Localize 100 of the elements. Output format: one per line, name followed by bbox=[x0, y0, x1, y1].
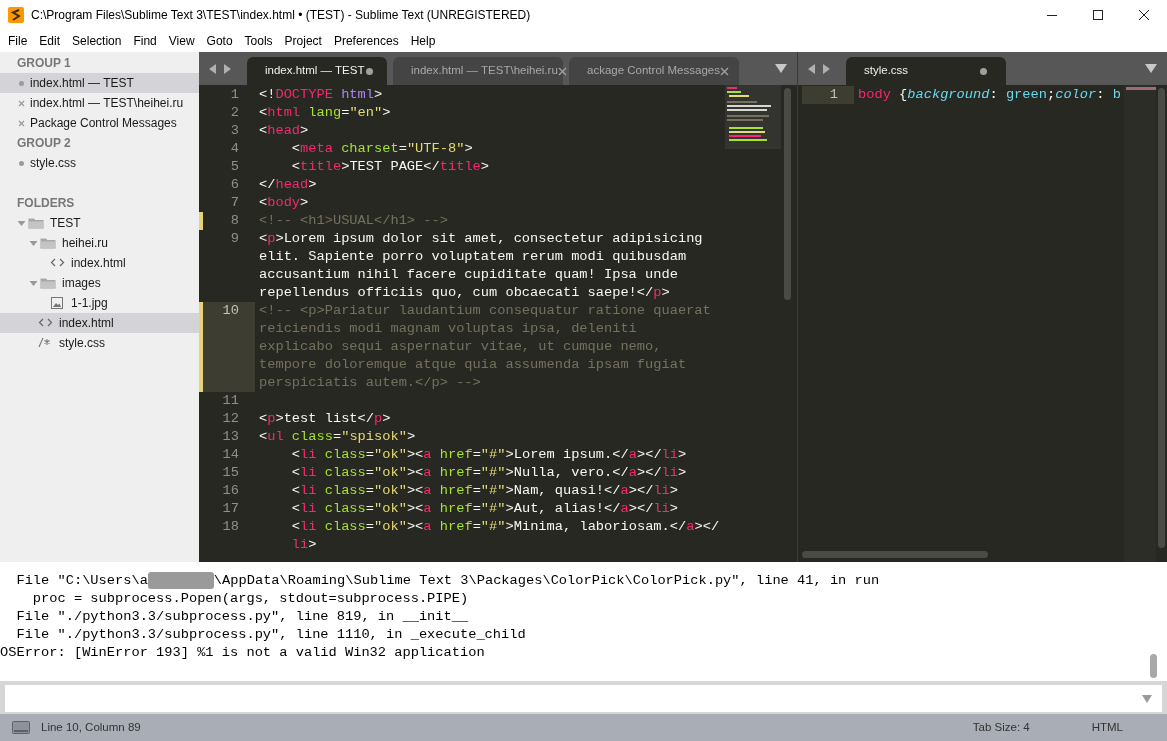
menu-item[interactable]: Tools bbox=[238, 32, 279, 50]
minimap-drawing[interactable] bbox=[725, 85, 781, 149]
editor-tab[interactable]: ackage Control Messages bbox=[569, 57, 739, 85]
expanded-triangle-icon[interactable] bbox=[29, 278, 38, 288]
tree-item[interactable]: images bbox=[0, 273, 199, 293]
maximize-icon[interactable] bbox=[1093, 10, 1103, 20]
menu-item[interactable]: Selection bbox=[66, 32, 128, 50]
folder-icon bbox=[40, 236, 56, 250]
code-line: reiciendis modi magnam voluptas ipsa, deleniti bbox=[259, 321, 637, 336]
line-number: 8 bbox=[230, 212, 239, 230]
open-file-item[interactable]: index.html — TEST bbox=[0, 73, 199, 93]
console-toggle-icon[interactable] bbox=[12, 721, 30, 734]
line-number: 17 bbox=[222, 500, 239, 518]
menu-item[interactable]: Preferences bbox=[327, 32, 405, 50]
group-heading: GROUP 2 bbox=[17, 135, 71, 152]
line-number: 1 bbox=[829, 86, 838, 104]
close-icon[interactable] bbox=[1139, 10, 1149, 20]
folder-icon bbox=[28, 216, 44, 230]
folders-heading: FOLDERS bbox=[17, 195, 75, 212]
scrollbar-thumb[interactable] bbox=[1150, 654, 1157, 678]
open-file-item[interactable]: style.css bbox=[0, 153, 199, 173]
scrollbar-thumb[interactable] bbox=[802, 551, 988, 558]
line-number: 9 bbox=[230, 230, 239, 248]
code-line: <p>test list</p> bbox=[259, 411, 391, 426]
line-number: 12 bbox=[222, 410, 239, 428]
code-line: explicabo sequi aspernatur vitae, ut cumque nemo, bbox=[259, 339, 662, 354]
comment-file-icon bbox=[38, 336, 53, 350]
code-line: tempore doloremque atque quia assumenda ipsam fugiat bbox=[259, 357, 687, 372]
console-text: proc = subprocess.Popen(args, stdout=subprocess.PIPE) bbox=[31, 590, 469, 608]
tab-scroll-arrows-icon[interactable] bbox=[808, 64, 830, 74]
line-number: 5 bbox=[230, 158, 239, 176]
line-number: 18 bbox=[222, 518, 239, 536]
editor-tab[interactable]: style.css bbox=[846, 57, 1006, 85]
menu-item[interactable]: Find bbox=[127, 32, 163, 50]
line-number: 4 bbox=[230, 140, 239, 158]
tree-item[interactable]: 1-1.jpg bbox=[0, 293, 199, 313]
menu-item[interactable]: Edit bbox=[33, 32, 67, 50]
tree-item[interactable]: index.html bbox=[0, 313, 199, 333]
cursor-position: Line 10, Column 89 bbox=[41, 719, 141, 735]
line-number: 16 bbox=[222, 482, 239, 500]
dropdown-arrow-icon[interactable] bbox=[1142, 694, 1152, 703]
code-line: <li class="ok"><a href="#">Minima, laboriosam.</a></ bbox=[290, 519, 720, 534]
input-field[interactable] bbox=[5, 685, 1162, 712]
line-number: 15 bbox=[222, 464, 239, 482]
open-file-item[interactable]: Package Control Messages bbox=[0, 113, 199, 133]
code-line: body {background: green;color: b bbox=[858, 87, 1121, 102]
menu-item[interactable]: View bbox=[162, 32, 201, 50]
scrollbar-thumb[interactable] bbox=[1158, 88, 1165, 548]
tab-list-arrow-icon[interactable] bbox=[775, 64, 787, 73]
code-line: <html lang="en"> bbox=[259, 105, 391, 120]
redaction-mark bbox=[147, 572, 214, 589]
code-line: <ul class="spisok"> bbox=[259, 429, 416, 444]
code-line: <li class="ok"><a href="#">Lorem ipsum.</a></li> bbox=[290, 447, 687, 462]
code-line: <!DOCTYPE html> bbox=[259, 87, 383, 102]
code-line: <body> bbox=[259, 195, 309, 210]
code-line: </head> bbox=[259, 177, 317, 192]
code-line: li> bbox=[290, 537, 317, 552]
code-line: <li class="ok"><a href="#">Nulla, vero.</a></li> bbox=[290, 465, 687, 480]
menu-item[interactable]: Help bbox=[404, 32, 442, 50]
code-line: <p>Lorem ipsum dolor sit amet, consectetur adipisicing bbox=[259, 231, 703, 246]
tab-size-indicator[interactable]: Tab Size: 4 bbox=[972, 718, 1030, 737]
code-line: repellendus officiis quo, cum obcaecati saepe!</p> bbox=[259, 285, 670, 300]
menu-item[interactable]: Goto bbox=[200, 32, 239, 50]
app-logo-icon bbox=[8, 7, 24, 23]
line-number: 6 bbox=[230, 176, 239, 194]
code-line: <meta charset="UTF-8"> bbox=[290, 141, 473, 156]
tree-item[interactable]: heihei.ru bbox=[0, 233, 199, 253]
syntax-indicator[interactable]: HTML bbox=[1091, 718, 1123, 737]
group-heading: GROUP 1 bbox=[17, 55, 71, 72]
expanded-triangle-icon[interactable] bbox=[17, 218, 26, 228]
image-file-icon bbox=[50, 296, 65, 310]
line-number: 11 bbox=[222, 392, 239, 410]
line-number: 7 bbox=[230, 194, 239, 212]
line-number: 10 bbox=[222, 302, 239, 320]
menu-item[interactable]: Project bbox=[278, 32, 328, 50]
code-line: accusantium nihil facere cupiditate quam! Ipsa unde bbox=[259, 267, 678, 282]
console-text: \AppData\Roaming\Sublime Text 3\Packages\ColorPick\ColorPick.py", line 41, in run bbox=[213, 572, 880, 590]
tab-scroll-arrows-icon[interactable] bbox=[209, 64, 231, 74]
open-file-item[interactable]: index.html — TEST\heihei.ru bbox=[0, 93, 199, 113]
expanded-triangle-icon[interactable] bbox=[29, 238, 38, 248]
code-line: <li class="ok"><a href="#">Aut, alias!</a></li> bbox=[290, 501, 679, 516]
tree-item[interactable]: index.html bbox=[0, 253, 199, 273]
line-number: 14 bbox=[222, 446, 239, 464]
menu-item[interactable]: File bbox=[2, 32, 34, 50]
scrollbar-thumb[interactable] bbox=[784, 88, 791, 300]
code-line: <title>TEST PAGE</title> bbox=[290, 159, 490, 174]
code-line: elit. Sapiente porro voluptatem rerum modi quibusdam bbox=[259, 249, 687, 264]
line-number: 13 bbox=[222, 428, 239, 446]
code-line: perspiciatis autem.</p> --> bbox=[259, 375, 481, 390]
line-number: 3 bbox=[230, 122, 239, 140]
editor-tab[interactable]: index.html — TEST bbox=[247, 57, 387, 85]
line-number: 1 bbox=[230, 86, 239, 104]
console-text: File "./python3.3/subprocess.py", line 1110, in _execute_child bbox=[15, 626, 526, 644]
tab-list-arrow-icon[interactable] bbox=[1145, 64, 1157, 73]
tree-item[interactable]: style.css bbox=[0, 333, 199, 353]
console-text: File "./python3.3/subprocess.py", line 819, in __init__ bbox=[15, 608, 469, 626]
folder-icon bbox=[40, 276, 56, 290]
code-line: <!-- <p>Pariatur laudantium consequatur ratione quaerat bbox=[259, 303, 711, 318]
code-line: <!-- <h1>USUAL</h1> --> bbox=[259, 213, 448, 228]
tree-item[interactable]: TEST bbox=[0, 213, 199, 233]
